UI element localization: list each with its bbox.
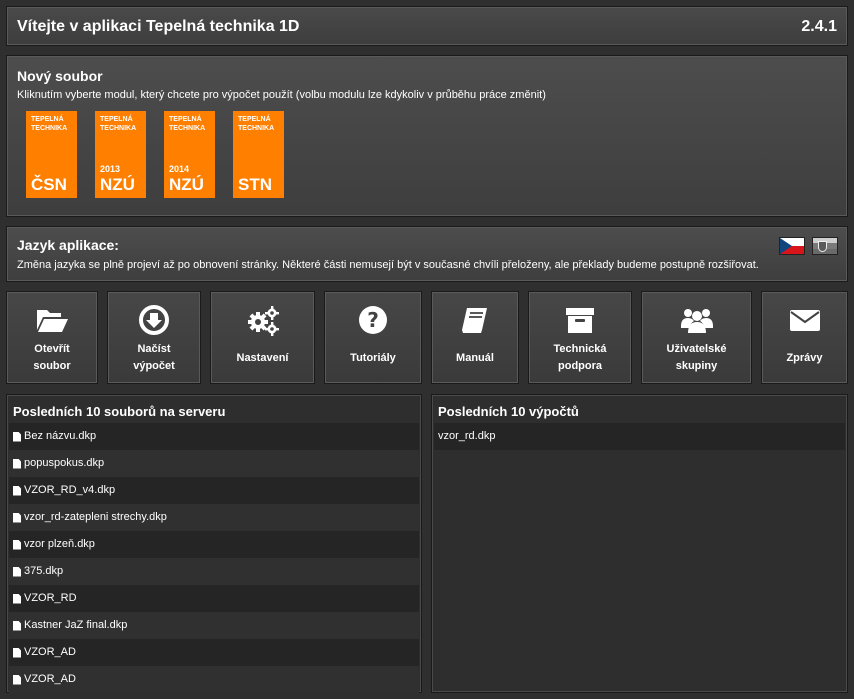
file-icon [13,485,21,496]
language-subtitle: Změna jazyka se plně projeví až po obnov… [17,259,759,271]
module-nzu-2013-button[interactable]: TEPELNÁ TECHNIKA 2013 NZÚ [95,111,146,198]
file-icon [13,620,21,631]
question-circle-icon: ? [359,306,387,334]
user-groups-button[interactable]: Uživatelské skupiny [641,291,752,384]
module-stn-button[interactable]: TEPELNÁ TECHNIKA STN [233,111,284,198]
envelope-icon [789,310,820,331]
file-icon [13,674,21,685]
new-file-panel: Nový soubor Kliknutím vyberte modul, kte… [6,55,848,217]
messages-label: Zprávy [786,352,823,364]
load-calculation-button[interactable]: Načíst výpočet [107,291,201,384]
module-code: NZÚ [100,175,135,194]
cz-flag-icon[interactable] [779,237,805,255]
list-item[interactable]: popuspokus.dkp [9,450,419,477]
app-header: Vítejte v aplikaci Tepelná technika 1D 2… [6,6,848,46]
open-file-button[interactable]: Otevřít soubor [6,291,98,384]
settings-label: Nastavení [236,352,289,364]
list-item[interactable]: Bez názvu.dkp [9,423,419,450]
file-name: Bez názvu.dkp [24,430,97,442]
tech-support-label: Technická podpora [553,343,607,372]
manual-button[interactable]: Manuál [431,291,519,384]
module-code: ČSN [31,175,67,194]
module-brand: TEPELNÁ TECHNIKA [31,116,68,132]
recent-files-list: Bez názvu.dkp popuspokus.dkp VZOR_RD_v4.… [9,423,419,693]
module-code: STN [238,175,272,194]
recent-files-panel: Posledních 10 souborů na serveru Bez náz… [6,394,422,693]
file-icon [13,593,21,604]
list-item[interactable]: VZOR_RD_v4.dkp [9,477,419,504]
file-name: Kastner JaZ final.dkp [24,619,128,631]
language-panel: Jazyk aplikace: Změna jazyka se plně pro… [6,226,848,282]
user-groups-label: Uživatelské skupiny [666,343,727,372]
list-item[interactable]: VZOR_RD [9,585,419,612]
file-name: VZOR_AD [24,673,76,685]
list-item[interactable]: vzor plzeň.dkp [9,531,419,558]
tutorials-button[interactable]: ? Tutoriály [324,291,422,384]
recent-calculations-list: vzor_rd.dkp [434,423,845,450]
file-name: vzor_rd-zatepleni strechy.dkp [24,511,167,523]
file-name: VZOR_RD_v4.dkp [24,484,116,496]
module-csn-button[interactable]: TEPELNÁ TECHNIKA ČSN [26,111,77,198]
calculation-name: vzor_rd.dkp [438,430,496,442]
sk-flag-icon[interactable] [812,237,838,255]
file-icon [13,566,21,577]
settings-button[interactable]: Nastavení [210,291,315,384]
file-icon [13,458,21,469]
new-file-heading: Nový soubor [17,68,103,84]
module-code: NZÚ [169,175,204,194]
new-file-subtitle: Kliknutím vyberte modul, který chcete pr… [17,89,546,101]
file-icon [13,539,21,550]
file-icon [13,512,21,523]
load-calculation-label: Načíst výpočet [133,343,175,372]
list-item[interactable]: 375.dkp [9,558,419,585]
module-year: 2014 [169,164,190,174]
module-brand: TEPELNÁ TECHNIKA [169,116,206,132]
file-name: vzor plzeň.dkp [24,538,95,550]
gears-icon [247,306,279,336]
tutorials-label: Tutoriály [350,352,396,364]
module-brand: TEPELNÁ TECHNIKA [100,116,137,132]
book-icon [462,308,487,333]
file-icon [13,647,21,658]
download-circle-icon [139,305,169,335]
file-name: 375.dkp [24,565,64,577]
svg-text:?: ? [367,308,379,332]
messages-button[interactable]: Zprávy [761,291,848,384]
list-item[interactable]: VZOR_AD [9,666,419,693]
file-name: popuspokus.dkp [24,457,105,469]
tech-support-button[interactable]: Technická podpora [528,291,632,384]
recent-files-heading: Posledních 10 souborů na serveru [13,404,226,419]
folder-open-icon [37,310,68,332]
file-name: VZOR_AD [24,646,76,658]
list-item[interactable]: Kastner JaZ final.dkp [9,612,419,639]
module-nzu-2014-button[interactable]: TEPELNÁ TECHNIKA 2014 NZÚ [164,111,215,198]
archive-box-icon [566,308,594,333]
open-file-label: Otevřít soubor [33,343,71,372]
recent-calculations-heading: Posledních 10 výpočtů [438,404,579,419]
module-brand: TEPELNÁ TECHNIKA [238,116,275,132]
app-version: 2.4.1 [801,18,837,35]
recent-calculations-panel: Posledních 10 výpočtů vzor_rd.dkp [431,394,848,693]
manual-label: Manuál [456,352,494,364]
list-item[interactable]: vzor_rd-zatepleni strechy.dkp [9,504,419,531]
app-title: Vítejte v aplikaci Tepelná technika 1D [17,18,300,35]
file-name: VZOR_RD [24,592,77,604]
file-icon [13,431,21,442]
language-heading: Jazyk aplikace: [17,237,119,253]
users-icon [680,309,713,333]
list-item[interactable]: VZOR_AD [9,639,419,666]
list-item[interactable]: vzor_rd.dkp [434,423,845,450]
module-year: 2013 [100,164,121,174]
